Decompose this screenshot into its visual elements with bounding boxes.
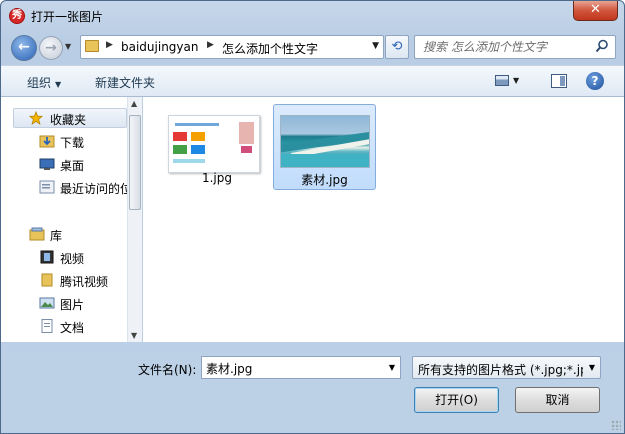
file-thumbnail (280, 115, 370, 168)
file-type-filter[interactable]: 所有支持的图片格式 (*.jpg;*.jp ▼ (412, 356, 601, 379)
sidebar-item-favorites[interactable]: 收藏夹 (13, 108, 127, 128)
preview-pane-icon[interactable] (551, 74, 567, 88)
filename-label: 文件名(N): (138, 363, 197, 377)
sidebar-item-label: 腾讯视频 (60, 275, 109, 289)
file-name: 1.jpg (201, 171, 233, 185)
sidebar-item-recent-places[interactable]: 最近访问的位置 (39, 178, 127, 198)
refresh-button[interactable]: ⟲ (385, 35, 409, 59)
sidebar-item-videos[interactable]: 视频 (39, 248, 127, 268)
open-image-dialog: 秀 打开一张图片 ✕ ← → ▼ ▶ baidujingyan ▶ 怎么添加个性… (0, 0, 625, 434)
library-icon (29, 227, 45, 241)
folder-icon (85, 40, 99, 52)
sidebar-item-tencent-video[interactable]: 腾讯视频 (39, 271, 127, 291)
command-toolbar: 组织 ▼ 新建文件夹 ▼ ? (1, 65, 624, 97)
search-icon[interactable] (595, 39, 609, 53)
file-type-filter-value: 所有支持的图片格式 (*.jpg;*.jp (418, 363, 583, 377)
close-button[interactable]: ✕ (573, 1, 618, 21)
breadcrumb-item[interactable]: 怎么添加个性文字 (222, 40, 318, 57)
sidebar-item-label: 收藏夹 (50, 113, 87, 127)
recent-places-icon (39, 180, 55, 194)
organize-label: 组织 (27, 76, 52, 90)
sidebar-item-label: 图片 (60, 298, 85, 312)
file-list: 1.jpg 素材.jpg (143, 97, 624, 342)
sidebar-item-label: 下载 (60, 136, 85, 150)
search-box[interactable] (414, 35, 616, 59)
change-view-icon[interactable] (495, 75, 509, 86)
documents-icon (41, 319, 53, 333)
file-thumbnail (168, 115, 260, 173)
file-item[interactable]: 1.jpg (147, 105, 260, 191)
breadcrumb-item[interactable]: baidujingyan (121, 40, 198, 54)
breadcrumb-separator-icon[interactable]: ▶ (106, 40, 113, 50)
title-bar: 秀 打开一张图片 ✕ (1, 1, 624, 31)
breadcrumb-separator-icon[interactable]: ▶ (207, 40, 214, 50)
folder-icon (41, 273, 53, 287)
recent-pages-dropdown-icon[interactable]: ▼ (65, 42, 71, 51)
window-title: 打开一张图片 (31, 10, 104, 24)
sidebar-item-libraries[interactable]: 库 (29, 225, 127, 245)
sidebar-item-label: 视频 (60, 252, 85, 266)
scrollbar-thumb[interactable] (129, 115, 141, 210)
chevron-down-icon[interactable]: ▼ (589, 363, 595, 372)
scroll-up-icon[interactable]: ▲ (131, 99, 137, 108)
cancel-button[interactable]: 取消 (515, 387, 600, 413)
download-folder-icon (39, 135, 55, 148)
desktop-icon (39, 158, 55, 170)
organize-button[interactable]: 组织 ▼ (27, 74, 61, 91)
filename-input[interactable] (206, 360, 376, 376)
sidebar-item-desktop[interactable]: 桌面 (39, 155, 127, 175)
chevron-down-icon: ▼ (55, 80, 62, 89)
sidebar-item-label: 文档 (60, 321, 85, 335)
resize-grip-icon[interactable] (611, 420, 621, 430)
forward-button[interactable]: → (39, 36, 63, 60)
chevron-down-icon[interactable]: ▼ (389, 363, 395, 372)
file-item-selected[interactable]: 素材.jpg (273, 104, 376, 190)
help-icon[interactable]: ? (586, 72, 604, 90)
new-folder-button[interactable]: 新建文件夹 (95, 74, 155, 91)
chevron-down-icon[interactable]: ▼ (372, 41, 379, 51)
sidebar-item-documents[interactable]: 文档 (39, 317, 127, 337)
file-name: 素材.jpg (301, 173, 348, 187)
sidebar-item-label: 桌面 (60, 159, 85, 173)
video-icon (40, 250, 54, 264)
scroll-down-icon[interactable]: ▼ (131, 331, 137, 340)
sidebar-item-pictures[interactable]: 图片 (39, 294, 127, 314)
chevron-down-icon[interactable]: ▼ (513, 76, 519, 85)
filename-combobox[interactable]: ▼ (201, 356, 401, 379)
app-logo-icon: 秀 (9, 8, 25, 24)
search-input[interactable] (423, 39, 593, 55)
address-bar[interactable]: ▶ baidujingyan ▶ 怎么添加个性文字 ▼ (80, 35, 384, 59)
sidebar-item-label: 最近访问的位置 (60, 182, 127, 196)
sidebar-item-label: 库 (50, 229, 63, 243)
pictures-icon (39, 297, 55, 309)
sidebar-scrollbar[interactable]: ▲ ▼ (127, 97, 142, 342)
navigation-pane: 收藏夹 下载 桌面 最近访问的位置 库 视频 腾讯视频 图片 (1, 97, 142, 342)
sidebar-item-downloads[interactable]: 下载 (39, 132, 127, 152)
open-button[interactable]: 打开(O) (414, 387, 499, 413)
back-button[interactable]: ← (11, 35, 37, 61)
star-icon (28, 111, 44, 125)
